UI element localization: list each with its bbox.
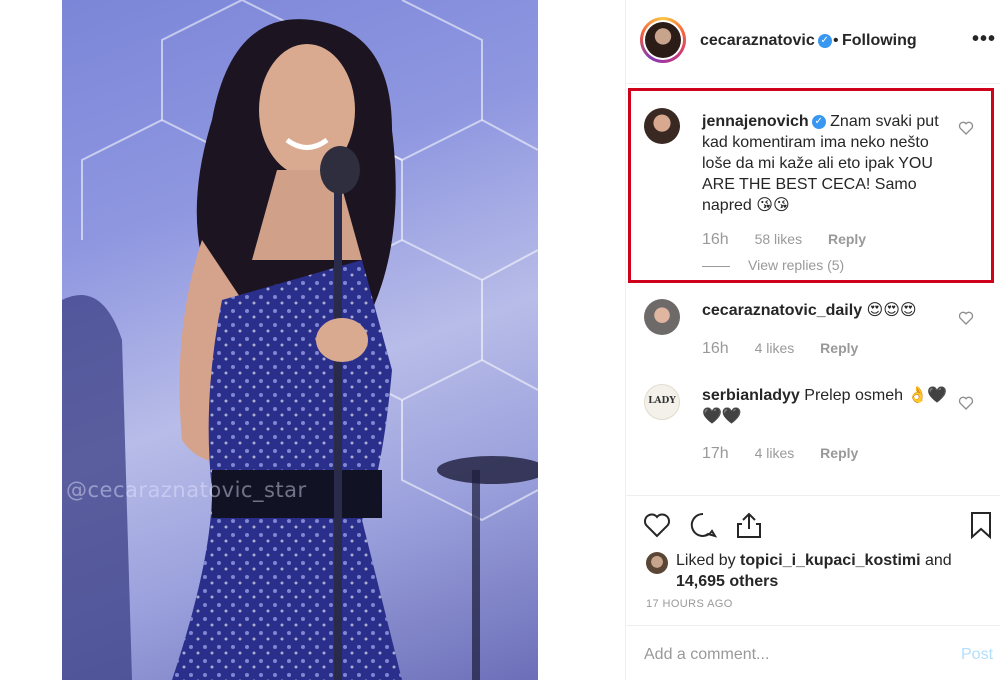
add-comment-row: Post — [626, 625, 1000, 680]
commenter-username[interactable]: cecaraznatovic_daily — [702, 302, 862, 319]
reply-button[interactable]: Reply — [820, 340, 858, 356]
reply-button[interactable]: Reply — [820, 445, 858, 461]
comment-body: serbianladyy Prelep osmeh 👌🖤🖤🖤 — [702, 385, 952, 427]
likes-others[interactable]: 14,695 others — [676, 573, 778, 590]
comment-meta: 16h 4 likes Reply — [702, 340, 880, 358]
author-username-row[interactable]: cecaraznatovic ✓ — [700, 32, 832, 50]
singer-illustration — [62, 0, 538, 680]
bookmark-icon[interactable] — [966, 510, 996, 540]
view-replies-label: View replies (5) — [748, 257, 845, 273]
comment-meta: 16h 58 likes Reply — [702, 231, 888, 249]
instagram-post-view: @cecaraznatovic_star cecaraznatovic ✓ • F… — [0, 0, 1000, 680]
commenter-avatar[interactable] — [644, 299, 680, 335]
avatar-logo-text: LADY — [648, 396, 676, 406]
liker-avatar[interactable] — [646, 552, 668, 574]
comment-time[interactable]: 16h — [702, 340, 729, 357]
comment-likes[interactable]: 4 likes — [755, 445, 795, 461]
post-header: cecaraznatovic ✓ • Following ••• — [626, 0, 1000, 84]
avatar-ring-inner — [643, 20, 683, 60]
comment-body: cecaraznatovic_daily 😍😍😍 — [702, 300, 952, 321]
liked-prefix: Liked by — [676, 552, 741, 569]
liker-username[interactable]: topici_i_kupaci_kostimi — [740, 552, 921, 569]
commenter-username[interactable]: serbianladyy — [702, 387, 800, 404]
author-avatar[interactable] — [640, 17, 686, 63]
post-comment-button[interactable]: Post — [961, 646, 993, 664]
photo-watermark: @cecaraznatovic_star — [66, 478, 307, 502]
commenter-username[interactable]: jennajenovich — [702, 113, 809, 130]
header-separator: • — [833, 32, 839, 49]
more-options-icon[interactable]: ••• — [972, 28, 996, 51]
view-replies-button[interactable]: View replies (5) — [702, 257, 844, 273]
comment-likes[interactable]: 4 likes — [755, 340, 795, 356]
liked-by-text: Liked by topici_i_kupaci_kostimi and 14,… — [676, 550, 986, 592]
comment-time[interactable]: 16h — [702, 231, 729, 248]
photo-area: @cecaraznatovic_star — [0, 0, 625, 680]
author-avatar-image — [645, 22, 681, 58]
verified-badge-icon: ✓ — [817, 33, 832, 48]
heart-icon[interactable] — [642, 510, 672, 540]
liked-middle: and — [920, 552, 952, 569]
share-icon[interactable] — [734, 510, 764, 540]
comment-meta: 17h 4 likes Reply — [702, 445, 880, 463]
comment-time[interactable]: 17h — [702, 445, 729, 462]
post-photo[interactable]: @cecaraznatovic_star — [62, 0, 538, 680]
author-username[interactable]: cecaraznatovic — [700, 32, 815, 49]
comment-like-heart-icon[interactable] — [958, 120, 974, 136]
comment-like-heart-icon[interactable] — [958, 310, 974, 326]
commenter-avatar[interactable] — [644, 108, 680, 144]
comment-text: 😍😍😍 — [866, 302, 917, 319]
reply-button[interactable]: Reply — [828, 231, 866, 247]
verified-badge-icon: ✓ — [811, 114, 826, 129]
add-comment-input[interactable] — [644, 646, 944, 664]
post-timestamp[interactable]: 17 HOURS AGO — [646, 598, 733, 610]
following-button[interactable]: Following — [842, 32, 917, 50]
comments-list[interactable]: jennajenovich ✓ Znam svaki put kad koment… — [626, 85, 1000, 495]
comment-icon[interactable] — [688, 510, 718, 540]
commenter-avatar[interactable]: LADY — [644, 384, 680, 420]
post-actions: Liked by topici_i_kupaci_kostimi and 14,… — [626, 495, 1000, 625]
comment-like-heart-icon[interactable] — [958, 395, 974, 411]
replies-line — [702, 265, 730, 267]
comment-likes[interactable]: 58 likes — [755, 231, 802, 247]
comment-body: jennajenovich ✓ Znam svaki put kad koment… — [702, 111, 952, 216]
post-side-panel: cecaraznatovic ✓ • Following ••• jennajen… — [625, 0, 1000, 680]
